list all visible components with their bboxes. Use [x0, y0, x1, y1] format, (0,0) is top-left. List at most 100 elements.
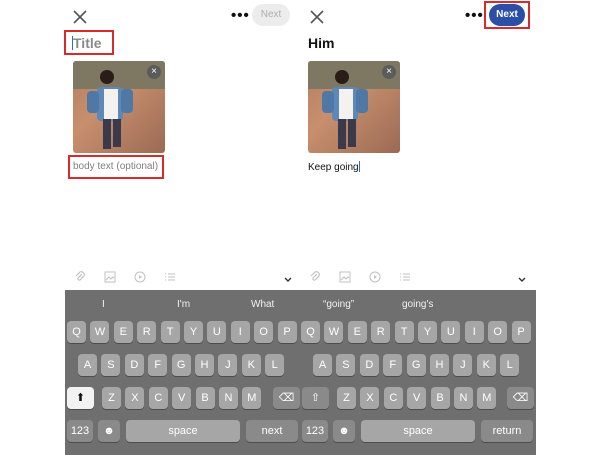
key-v[interactable]: V: [407, 387, 427, 409]
key-s[interactable]: S: [101, 354, 121, 376]
key-j[interactable]: J: [453, 354, 473, 376]
key-k[interactable]: K: [241, 354, 261, 376]
suggestion-item[interactable]: “going”: [323, 299, 354, 310]
chevron-down-icon[interactable]: [517, 272, 527, 282]
key-x[interactable]: X: [360, 387, 380, 409]
key-u[interactable]: U: [441, 321, 461, 343]
key-i[interactable]: I: [464, 321, 484, 343]
delete-key[interactable]: ⌫: [507, 387, 534, 409]
backspace-icon: ⌫: [512, 392, 529, 404]
key-o[interactable]: O: [254, 321, 274, 343]
emoji-icon: ☻: [338, 425, 350, 437]
key-f[interactable]: F: [148, 354, 168, 376]
close-icon[interactable]: [307, 7, 327, 27]
key-y[interactable]: Y: [418, 321, 437, 343]
key-b[interactable]: B: [195, 387, 215, 409]
backspace-icon: ⌫: [278, 392, 295, 404]
numbers-key[interactable]: 123: [67, 420, 93, 442]
key-r[interactable]: R: [137, 321, 157, 343]
suggestion-item[interactable]: I: [102, 299, 105, 310]
media-thumbnail[interactable]: ×: [308, 61, 400, 153]
video-icon[interactable]: [368, 270, 382, 284]
key-j[interactable]: J: [218, 354, 238, 376]
key-x[interactable]: X: [125, 387, 145, 409]
key-t[interactable]: T: [394, 321, 414, 343]
key-m[interactable]: M: [477, 387, 497, 409]
key-s[interactable]: S: [336, 354, 356, 376]
key-w[interactable]: W: [324, 321, 344, 343]
image-icon[interactable]: [338, 270, 352, 284]
key-z[interactable]: Z: [102, 387, 121, 409]
next-button[interactable]: Next: [489, 4, 525, 26]
paperclip-icon[interactable]: [308, 270, 322, 284]
suggestion-item[interactable]: What: [251, 299, 274, 310]
key-f[interactable]: F: [383, 354, 403, 376]
body-text-input[interactable]: Keep going: [308, 161, 360, 173]
title-input[interactable]: Title: [72, 35, 102, 51]
key-k[interactable]: K: [476, 354, 496, 376]
key-h[interactable]: H: [430, 354, 449, 376]
emoji-key[interactable]: ☻: [333, 420, 355, 442]
key-h[interactable]: H: [195, 354, 214, 376]
key-d[interactable]: D: [359, 354, 379, 376]
key-p[interactable]: P: [511, 321, 531, 343]
text-cursor: [358, 161, 360, 172]
paperclip-icon[interactable]: [73, 270, 87, 284]
title-input[interactable]: Him: [308, 35, 334, 51]
body-text-input[interactable]: body text (optional): [73, 161, 158, 172]
next-key[interactable]: next: [246, 420, 298, 442]
key-l[interactable]: L: [500, 354, 520, 376]
chevron-down-icon[interactable]: [283, 272, 293, 282]
key-e[interactable]: E: [347, 321, 367, 343]
key-p[interactable]: P: [277, 321, 297, 343]
key-m[interactable]: M: [242, 387, 262, 409]
list-icon[interactable]: [398, 270, 412, 284]
key-o[interactable]: O: [488, 321, 508, 343]
key-t[interactable]: T: [160, 321, 180, 343]
next-button[interactable]: Next: [252, 4, 290, 26]
video-icon[interactable]: [133, 270, 147, 284]
numbers-key[interactable]: 123: [302, 420, 328, 442]
key-c[interactable]: C: [383, 387, 403, 409]
emoji-icon: ☻: [103, 425, 115, 437]
return-key[interactable]: return: [481, 420, 533, 442]
format-toolbar: [308, 270, 412, 284]
shift-key[interactable]: ⬆: [67, 387, 94, 409]
list-icon[interactable]: [163, 270, 177, 284]
key-n[interactable]: N: [454, 387, 473, 409]
key-a[interactable]: A: [313, 354, 332, 376]
title-placeholder: Title: [73, 35, 102, 51]
delete-key[interactable]: ⌫: [273, 387, 300, 409]
suggestion-item[interactable]: going's: [402, 299, 433, 310]
shift-key[interactable]: ⇧: [302, 387, 329, 409]
key-i[interactable]: I: [230, 321, 250, 343]
media-thumbnail[interactable]: ×: [73, 61, 165, 153]
space-key[interactable]: space: [361, 420, 475, 442]
key-c[interactable]: C: [148, 387, 168, 409]
key-g[interactable]: G: [171, 354, 191, 376]
image-icon[interactable]: [103, 270, 117, 284]
key-e[interactable]: E: [113, 321, 133, 343]
key-q[interactable]: Q: [301, 321, 320, 343]
key-w[interactable]: W: [90, 321, 110, 343]
key-q[interactable]: Q: [67, 321, 86, 343]
space-key[interactable]: space: [126, 420, 240, 442]
key-g[interactable]: G: [406, 354, 426, 376]
key-u[interactable]: U: [207, 321, 227, 343]
more-options-icon[interactable]: •••: [231, 8, 250, 23]
key-d[interactable]: D: [124, 354, 144, 376]
key-n[interactable]: N: [219, 387, 238, 409]
remove-media-icon[interactable]: ×: [382, 65, 396, 79]
close-icon[interactable]: [70, 7, 90, 27]
key-y[interactable]: Y: [184, 321, 203, 343]
emoji-key[interactable]: ☻: [98, 420, 120, 442]
key-v[interactable]: V: [172, 387, 192, 409]
key-a[interactable]: A: [78, 354, 97, 376]
key-r[interactable]: R: [371, 321, 391, 343]
more-options-icon[interactable]: •••: [465, 8, 484, 23]
key-l[interactable]: L: [265, 354, 285, 376]
suggestion-item[interactable]: I'm: [177, 299, 190, 310]
key-b[interactable]: B: [430, 387, 450, 409]
key-z[interactable]: Z: [337, 387, 356, 409]
remove-media-icon[interactable]: ×: [147, 65, 161, 79]
